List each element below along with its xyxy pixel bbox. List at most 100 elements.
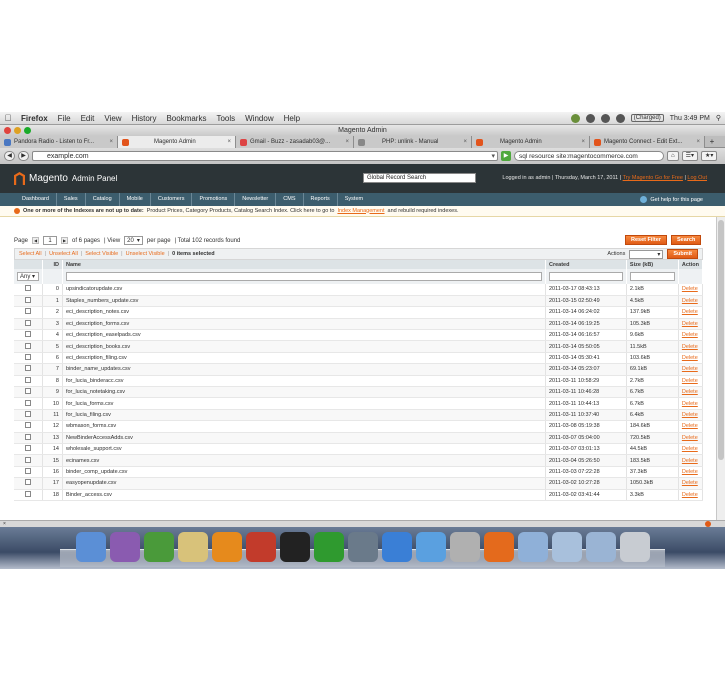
row-checkbox[interactable]: [25, 422, 31, 429]
menu-tools[interactable]: Tools: [211, 114, 240, 123]
size-column-header[interactable]: Size (kB): [626, 260, 679, 269]
nav-cms[interactable]: CMS: [276, 193, 304, 206]
terminal-icon[interactable]: [280, 532, 310, 562]
table-row[interactable]: 15 ecinames.csv 2011-03-04 05:26:50 183.5kB…: [14, 454, 704, 467]
search-button[interactable]: Search: [670, 235, 702, 245]
row-checkbox[interactable]: [25, 479, 31, 486]
table-row[interactable]: 4 eci_description_easelpads.csv 2011-03-14…: [14, 329, 704, 342]
name-column-header[interactable]: Name: [62, 260, 546, 269]
go-button[interactable]: ▶: [501, 151, 511, 161]
tab-gmail[interactable]: Gmail - Buzz - zasadab03@... ×: [236, 136, 354, 148]
next-page-icon[interactable]: ▶: [61, 237, 69, 244]
delete-link[interactable]: Delete: [682, 286, 698, 292]
docs-folder-icon[interactable]: [552, 532, 582, 562]
tab-magento-admin[interactable]: Magento Admin ×: [118, 136, 236, 148]
row-checkbox[interactable]: [25, 399, 31, 406]
select-filter-dropdown[interactable]: Any ▾: [17, 272, 39, 281]
unselect-all-link[interactable]: Unselect All: [49, 251, 78, 257]
delete-link[interactable]: Delete: [682, 321, 698, 327]
mail-icon[interactable]: [246, 532, 276, 562]
home-button[interactable]: ⌂: [667, 151, 679, 161]
delete-link[interactable]: Delete: [682, 446, 698, 452]
delete-link[interactable]: Delete: [682, 389, 698, 395]
menu-file[interactable]: File: [53, 114, 76, 123]
scripteditor-icon[interactable]: [450, 532, 480, 562]
table-row[interactable]: 3 eci_description_forms.csv 2011-03-14 06:…: [14, 318, 704, 331]
battery-status[interactable]: (Charged): [630, 114, 664, 122]
url-dropdown-icon[interactable]: ▾: [491, 152, 495, 161]
menu-help[interactable]: Help: [279, 114, 305, 123]
apps-folder-icon[interactable]: [518, 532, 548, 562]
close-window-button[interactable]: [4, 127, 11, 134]
table-row[interactable]: 8 for_lucia_binderacc.csv 2011-03-11 10:58…: [14, 375, 704, 388]
delete-link[interactable]: Delete: [682, 344, 698, 350]
toolbar-menu-button[interactable]: ☰▾: [681, 151, 699, 161]
downloads-folder-icon[interactable]: [586, 532, 616, 562]
row-checkbox[interactable]: [25, 376, 31, 383]
table-row[interactable]: 11 for_lucia_filing.csv 2011-03-11 10:37:4…: [14, 409, 704, 422]
row-checkbox[interactable]: [25, 308, 31, 315]
unselect-visible-link[interactable]: Unselect Visible: [126, 251, 165, 257]
actions-select[interactable]: ▾: [629, 249, 664, 259]
close-tab-icon[interactable]: ×: [696, 136, 700, 148]
page-number-input[interactable]: 1: [43, 236, 58, 245]
table-row[interactable]: 16 binder_comp_update.csv 2011-03-03 07:22…: [14, 466, 704, 479]
row-checkbox[interactable]: [25, 297, 31, 304]
row-checkbox[interactable]: [25, 365, 31, 372]
delete-link[interactable]: Delete: [682, 458, 698, 464]
safari-icon[interactable]: [382, 532, 412, 562]
nav-sales[interactable]: Sales: [57, 193, 86, 206]
delete-link[interactable]: Delete: [682, 492, 698, 498]
photo-icon[interactable]: [110, 532, 140, 562]
nav-system[interactable]: System: [338, 193, 370, 206]
close-tab-icon[interactable]: ×: [227, 136, 231, 148]
table-row[interactable]: 5 eci_description_books.csv 2011-03-14 05:…: [14, 340, 704, 353]
menu-bookmarks[interactable]: Bookmarks: [161, 114, 211, 123]
table-row[interactable]: 9 for_lucia_notetaking.csv 2011-03-11 10:4…: [14, 386, 704, 399]
nav-newsletter[interactable]: Newsletter: [235, 193, 277, 206]
nav-customers[interactable]: Customers: [151, 193, 193, 206]
table-row[interactable]: 7 binder_name_updates.csv 2011-03-14 05:23…: [14, 363, 704, 376]
forward-button[interactable]: ▶: [18, 151, 29, 161]
delete-link[interactable]: Delete: [682, 298, 698, 304]
timemachine-icon[interactable]: [585, 113, 595, 123]
delete-link[interactable]: Delete: [682, 412, 698, 418]
prev-page-icon[interactable]: ◀: [32, 237, 40, 244]
row-checkbox[interactable]: [25, 388, 31, 395]
table-row[interactable]: 12 wbmason_forms.csv 2011-03-08 05:19:38 18…: [14, 420, 704, 433]
row-checkbox[interactable]: [25, 445, 31, 452]
tab-pandora[interactable]: Pandora Radio - Listen to Fr... ×: [0, 136, 118, 148]
nav-catalog[interactable]: Catalog: [86, 193, 120, 206]
bird-icon[interactable]: [416, 532, 446, 562]
row-checkbox[interactable]: [25, 433, 31, 440]
menu-window[interactable]: Window: [240, 114, 278, 123]
menu-edit[interactable]: Edit: [76, 114, 100, 123]
clock[interactable]: Thu 3:49 PM: [670, 115, 710, 122]
close-tab-icon[interactable]: ×: [345, 136, 349, 148]
delete-link[interactable]: Delete: [682, 480, 698, 486]
table-row[interactable]: 6 eci_description_filing.csv 2011-03-14 05…: [14, 352, 704, 365]
delete-link[interactable]: Delete: [682, 366, 698, 372]
help-link[interactable]: Get help for this page: [640, 196, 725, 203]
row-checkbox[interactable]: [25, 354, 31, 361]
select-visible-link[interactable]: Select Visible: [85, 251, 118, 257]
logout-link[interactable]: Log Out: [687, 175, 707, 181]
row-checkbox[interactable]: [25, 467, 31, 474]
per-page-select[interactable]: 20 ▾: [124, 236, 143, 245]
wifi-icon[interactable]: [615, 113, 625, 123]
nav-dashboard[interactable]: Dashboard: [15, 193, 57, 206]
delete-link[interactable]: Delete: [682, 355, 698, 361]
delete-link[interactable]: Delete: [682, 469, 698, 475]
nav-reports[interactable]: Reports: [304, 193, 338, 206]
row-checkbox[interactable]: [25, 410, 31, 417]
created-column-header[interactable]: Created: [545, 260, 627, 269]
trash-icon[interactable]: [620, 532, 650, 562]
created-filter-input[interactable]: [548, 272, 623, 281]
nav-promotions[interactable]: Promotions: [192, 193, 236, 206]
minimize-window-button[interactable]: [14, 127, 21, 134]
index-management-link[interactable]: Index Management: [337, 206, 384, 217]
table-row[interactable]: 1 Staples_numbers_update.csv 2011-03-15 02…: [14, 295, 704, 308]
tab-magento-admin-2[interactable]: Magento Admin ×: [472, 136, 590, 148]
zoom-window-button[interactable]: [24, 127, 31, 134]
table-row[interactable]: 10 for_lucia_forms.csv 2011-03-11 10:44:13…: [14, 397, 704, 410]
